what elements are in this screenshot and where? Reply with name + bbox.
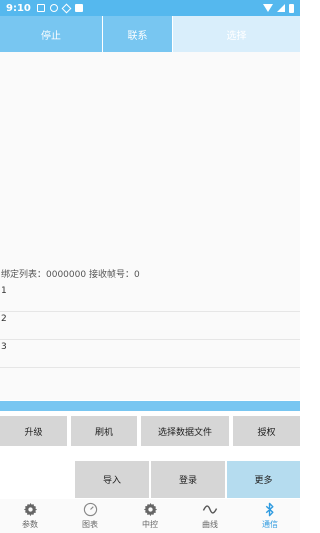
- login-button[interactable]: 登录: [151, 461, 225, 498]
- nav-item-charts[interactable]: 图表: [60, 499, 120, 533]
- authorize-button[interactable]: 授权: [233, 416, 300, 446]
- wifi-icon: [263, 4, 273, 12]
- status-bar: 9:10: [0, 0, 300, 16]
- status-right: [263, 3, 294, 13]
- signal-icon: [277, 4, 285, 12]
- nav-item-communication[interactable]: 通信: [240, 499, 300, 533]
- choose-button[interactable]: 选择: [173, 16, 300, 52]
- select-data-file-button[interactable]: 选择数据文件: [141, 416, 229, 446]
- contact-button[interactable]: 联系: [103, 16, 173, 52]
- nav-item-curves[interactable]: 曲线: [180, 499, 240, 533]
- bottom-navigation: 参数 图表 中控 曲线 通信: [0, 499, 300, 533]
- list-item[interactable]: 1: [0, 284, 300, 312]
- action-row-2: 导入 登录 更多: [0, 461, 300, 498]
- nav-item-control[interactable]: 中控: [120, 499, 180, 533]
- battery-icon: [289, 3, 294, 13]
- wave-icon: [202, 502, 218, 517]
- list-item[interactable]: 3: [0, 340, 300, 368]
- gauge-icon: [83, 502, 98, 517]
- binding-status-text: 绑定列表：0000000 接收帧号：0: [1, 270, 140, 280]
- status-time: 9:10: [6, 2, 31, 14]
- nav-label: 图表: [82, 520, 98, 529]
- gear-icon: [23, 502, 38, 517]
- list-item[interactable]: 2: [0, 312, 300, 340]
- nav-item-params[interactable]: 参数: [0, 499, 60, 533]
- diamond-notification-icon: [61, 3, 72, 13]
- action-row-1: 升级 刷机 选择数据文件 授权: [0, 416, 300, 446]
- image-notification-icon: [36, 4, 45, 12]
- top-action-bar: 停止 联系 选择: [0, 16, 300, 52]
- upgrade-button[interactable]: 升级: [0, 416, 67, 446]
- import-button[interactable]: 导入: [75, 461, 149, 498]
- app-notification-icon: [74, 4, 83, 12]
- progress-divider: [0, 401, 300, 411]
- more-button[interactable]: 更多: [227, 461, 300, 498]
- nav-label: 曲线: [202, 520, 218, 529]
- bluetooth-icon: [264, 502, 276, 517]
- sync-notification-icon: [49, 4, 58, 12]
- gear-icon: [143, 502, 158, 517]
- nav-label: 通信: [262, 520, 278, 529]
- nav-label: 参数: [22, 520, 38, 529]
- nav-label: 中控: [142, 520, 158, 529]
- flash-button[interactable]: 刷机: [71, 416, 137, 446]
- stop-button[interactable]: 停止: [0, 16, 103, 52]
- main-content: 绑定列表：0000000 接收帧号：0 1 2 3: [0, 52, 300, 400]
